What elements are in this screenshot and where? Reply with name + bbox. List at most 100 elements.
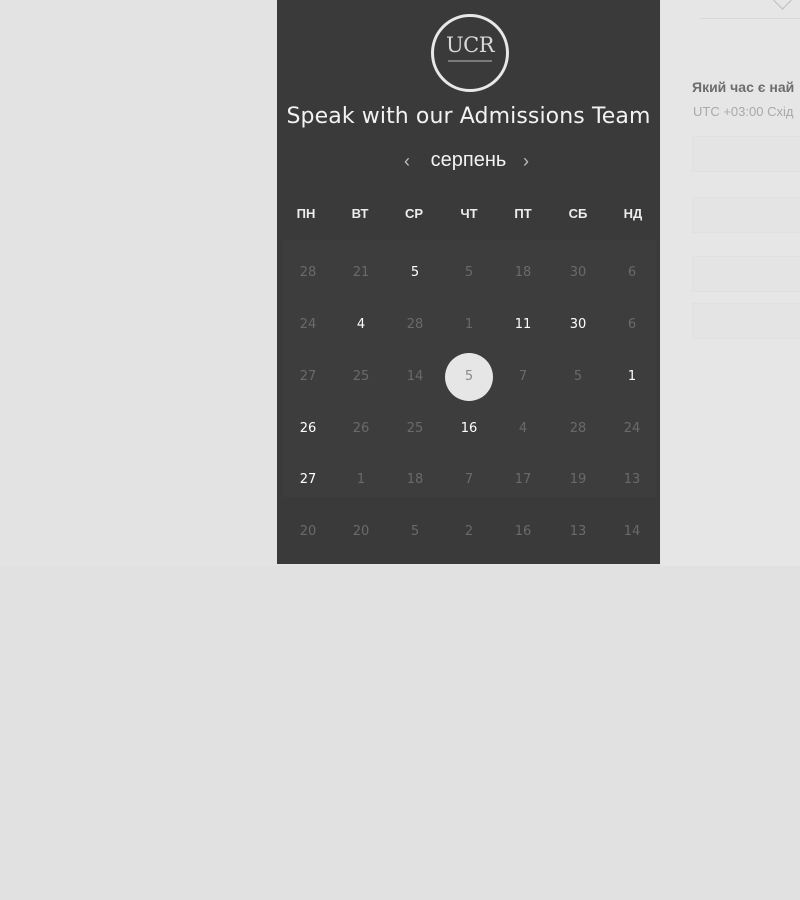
calendar-day[interactable]: 25 — [334, 352, 388, 402]
day-number: 28 — [569, 421, 587, 436]
day-number: 5 — [410, 265, 420, 280]
calendar-day[interactable]: 13 — [551, 507, 605, 557]
day-number: 14 — [406, 369, 424, 384]
day-number: 19 — [569, 472, 587, 487]
day-number: 26 — [352, 421, 370, 436]
calendar-day[interactable]: 19 — [551, 455, 605, 505]
calendar-day[interactable]: 6 — [605, 300, 659, 350]
calendar-day[interactable]: 24 — [281, 300, 335, 350]
time-slot-button[interactable] — [692, 303, 800, 339]
time-slot-button[interactable] — [692, 136, 800, 172]
day-number: 25 — [352, 369, 370, 384]
day-number: 11 — [514, 317, 532, 332]
time-slot-button[interactable] — [692, 197, 800, 233]
weekday-label: ПН — [296, 206, 316, 221]
day-number: 6 — [627, 317, 637, 332]
calendar-day-selected[interactable]: 5 — [442, 352, 496, 402]
day-number: 5 — [464, 265, 474, 280]
day-number: 28 — [406, 317, 424, 332]
day-number: 20 — [299, 524, 317, 539]
calendar-day[interactable]: 5 — [388, 248, 442, 298]
calendar-day[interactable]: 16 — [442, 404, 496, 454]
day-number: 5 — [573, 369, 583, 384]
day-number: 4 — [356, 317, 366, 332]
weekday-label: ВТ — [351, 206, 369, 221]
day-number: 5 — [410, 524, 420, 539]
day-number: 28 — [299, 265, 317, 280]
weekday-label: СБ — [568, 206, 588, 221]
calendar-day[interactable]: 7 — [496, 352, 550, 402]
calendar-day[interactable]: 13 — [605, 455, 659, 505]
day-number: 16 — [514, 524, 532, 539]
day-number: 24 — [299, 317, 317, 332]
calendar-day[interactable]: 6 — [605, 248, 659, 298]
day-number: 2 — [464, 524, 474, 539]
weekday-header: ПН ВТ СР ЧТ ПТ СБ НД — [279, 206, 660, 226]
day-number: 1 — [627, 369, 637, 384]
day-number: 18 — [514, 265, 532, 280]
day-number: 30 — [569, 265, 587, 280]
calendar-day[interactable]: 21 — [334, 248, 388, 298]
calendar-day[interactable]: 27 — [281, 352, 335, 402]
logo-text: UCR — [445, 33, 495, 57]
day-number: 17 — [514, 472, 532, 487]
calendar-day[interactable]: 5 — [551, 352, 605, 402]
scheduler-page: Який час є най UTC +03:00 Схід UCR Speak… — [0, 0, 800, 900]
calendar-day[interactable]: 16 — [496, 507, 550, 557]
calendar-day[interactable]: 17 — [496, 455, 550, 505]
calendar-day[interactable]: 28 — [281, 248, 335, 298]
day-number: 20 — [352, 524, 370, 539]
calendar-day[interactable]: 14 — [605, 507, 659, 557]
time-slot-button[interactable] — [692, 256, 800, 292]
ucr-logo: UCR — [431, 14, 509, 92]
calendar-day[interactable]: 30 — [551, 248, 605, 298]
calendar-day[interactable]: 28 — [551, 404, 605, 454]
weekday-label: НД — [623, 206, 643, 221]
calendar-day[interactable]: 5 — [442, 248, 496, 298]
calendar-day[interactable]: 26 — [281, 404, 335, 454]
calendar-day[interactable]: 18 — [388, 455, 442, 505]
day-number: 1 — [356, 472, 366, 487]
calendar-day[interactable]: 2 — [442, 507, 496, 557]
calendar-day[interactable]: 18 — [496, 248, 550, 298]
calendar-day[interactable]: 1 — [334, 455, 388, 505]
day-number: 1 — [464, 317, 474, 332]
calendar-day[interactable]: 7 — [442, 455, 496, 505]
month-label: серпень — [430, 149, 507, 171]
calendar-day[interactable]: 30 — [551, 300, 605, 350]
day-number: 7 — [518, 369, 528, 384]
weekday-label: ПТ — [514, 206, 532, 221]
calendar-day[interactable]: 1 — [442, 300, 496, 350]
timezone-label[interactable]: UTC +03:00 Схід — [693, 104, 793, 119]
weekday-label: ЧТ — [460, 206, 478, 221]
calendar-day[interactable]: 14 — [388, 352, 442, 402]
calendar-day[interactable]: 28 — [388, 300, 442, 350]
calendar-day[interactable]: 4 — [496, 404, 550, 454]
calendar-day[interactable]: 4 — [334, 300, 388, 350]
calendar-day[interactable]: 24 — [605, 404, 659, 454]
calendar-day[interactable]: 20 — [334, 507, 388, 557]
chevron-right-icon[interactable]: › — [523, 151, 529, 172]
logo-subline — [448, 60, 492, 62]
calendar-day[interactable]: 1 — [605, 352, 659, 402]
day-number: 13 — [569, 524, 587, 539]
day-number: 27 — [299, 369, 317, 384]
calendar-day[interactable]: 11 — [496, 300, 550, 350]
divider — [700, 18, 800, 19]
calendar-day[interactable]: 20 — [281, 507, 335, 557]
calendar-day[interactable]: 27 — [281, 455, 335, 505]
day-number: 21 — [352, 265, 370, 280]
time-question-heading: Який час є най — [692, 79, 795, 95]
calendar-day[interactable]: 26 — [334, 404, 388, 454]
day-number: 27 — [299, 472, 317, 487]
day-number: 14 — [623, 524, 641, 539]
day-number: 6 — [627, 265, 637, 280]
day-number: 7 — [464, 472, 474, 487]
day-number: 30 — [569, 317, 587, 332]
calendar-day[interactable]: 5 — [388, 507, 442, 557]
day-number: 4 — [518, 421, 528, 436]
day-number: 13 — [623, 472, 641, 487]
day-number: 25 — [406, 421, 424, 436]
month-navigation: ‹ серпень › — [277, 149, 660, 179]
calendar-day[interactable]: 25 — [388, 404, 442, 454]
